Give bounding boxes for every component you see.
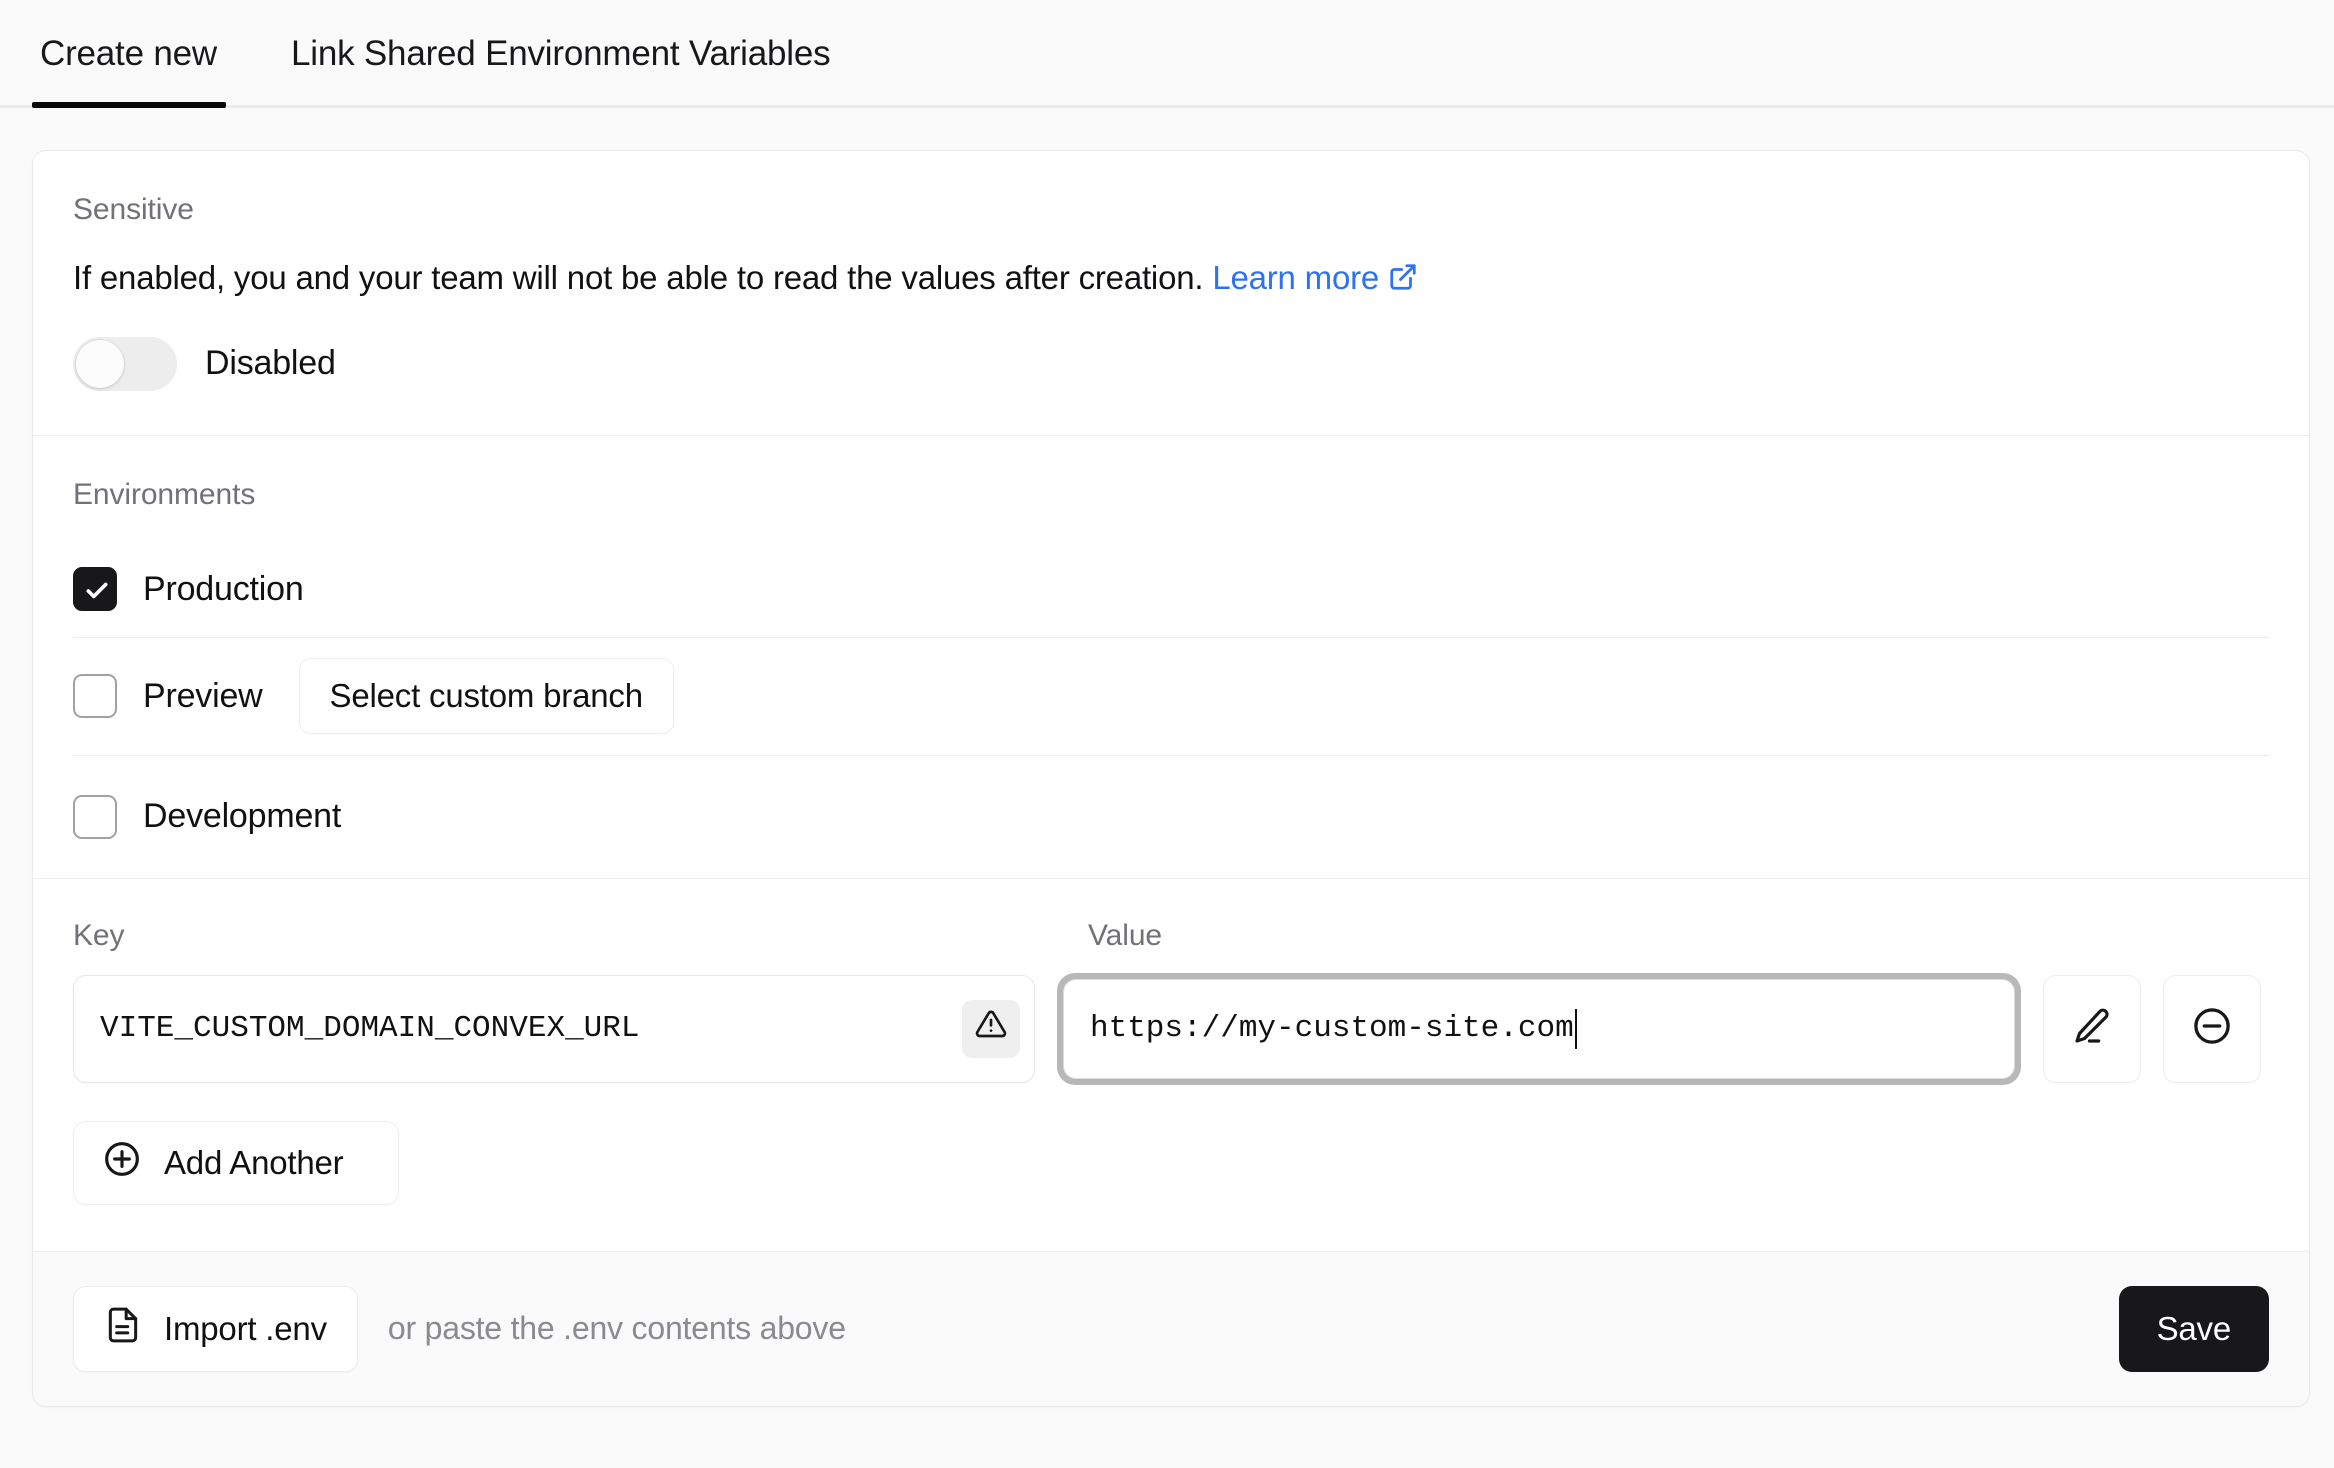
check-icon [84,578,110,609]
tab-link-shared-environment-variables[interactable]: Link Shared Environment Variables [283,0,838,108]
checkbox-preview[interactable] [73,674,117,719]
select-custom-branch-label: Select custom branch [329,677,644,715]
tab-create-new-label: Create new [40,34,217,73]
footer-hint-text: or paste the .env contents above [387,1310,846,1347]
value-input-value: https://my-custom-site.com [1090,1011,1574,1047]
file-document-icon [104,1306,142,1352]
environments-section: Environments Production Preview Select c… [33,436,2309,879]
pencil-icon [2072,1006,2112,1051]
add-another-button[interactable]: Add Another [73,1120,399,1205]
sensitive-section-label: Sensitive [73,193,194,226]
external-link-icon [1388,260,1418,303]
sensitive-description: If enabled, you and your team will not b… [73,257,2269,303]
key-value-section: Key Value VITE_CUSTOM_DOMAIN_CONVEX_URL … [33,879,2309,1252]
select-custom-branch-button[interactable]: Select custom branch [298,658,674,735]
learn-more-link[interactable]: Learn more [1212,259,1418,296]
plus-circle-icon [102,1139,142,1187]
tab-bar: Create new Link Shared Environment Varia… [0,0,2334,108]
learn-more-label: Learn more [1212,259,1380,296]
checkbox-production[interactable] [73,567,117,612]
remove-variable-button[interactable] [2163,974,2261,1083]
environment-row-preview: Preview Select custom branch [73,638,2269,756]
value-column-header: Value [1088,918,1163,952]
value-input[interactable]: https://my-custom-site.com [1063,978,2015,1079]
form-footer: Import .env or paste the .env contents a… [33,1251,2309,1406]
tab-create-new[interactable]: Create new [32,0,225,108]
sensitive-toggle[interactable] [73,336,177,391]
sensitive-toggle-row: Disabled [73,336,2269,391]
add-another-label: Add Another [164,1143,344,1181]
environment-row-production: Production [73,542,2269,638]
environment-label-development: Development [143,797,342,836]
tab-link-shared-label: Link Shared Environment Variables [290,34,831,73]
checkbox-development[interactable] [73,794,117,839]
environment-row-development: Development [73,756,2269,878]
key-column-header: Key [73,918,125,952]
import-env-button[interactable]: Import .env [73,1285,358,1372]
tab-active-indicator [32,102,226,108]
key-warning-badge[interactable] [962,999,1020,1058]
minus-circle-icon [2191,1005,2233,1052]
warning-triangle-icon [975,1008,1007,1050]
sensitive-toggle-knob [76,339,124,388]
save-button[interactable]: Save [2118,1285,2269,1372]
text-caret [1574,1008,1577,1049]
tab-underline-track [0,105,2334,108]
environment-label-production: Production [143,569,304,608]
sensitive-section: Sensitive If enabled, you and your team … [33,151,2309,436]
sensitive-toggle-state-label: Disabled [205,344,336,383]
environment-label-preview: Preview [143,676,263,715]
variable-row: VITE_CUSTOM_DOMAIN_CONVEX_URL https://my… [73,972,2269,1085]
import-env-label: Import .env [164,1309,327,1347]
environments-section-label: Environments [73,477,256,511]
environment-variable-form-card: Sensitive If enabled, you and your team … [32,150,2310,1407]
sensitive-description-text: If enabled, you and your team will not b… [73,259,1204,296]
key-value-headers: Key Value [73,919,2269,953]
key-input-value: VITE_CUSTOM_DOMAIN_CONVEX_URL [100,1011,640,1047]
value-input-focus-ring: https://my-custom-site.com [1057,972,2021,1085]
edit-variable-button[interactable] [2043,974,2141,1083]
key-input[interactable]: VITE_CUSTOM_DOMAIN_CONVEX_URL [73,974,1035,1083]
